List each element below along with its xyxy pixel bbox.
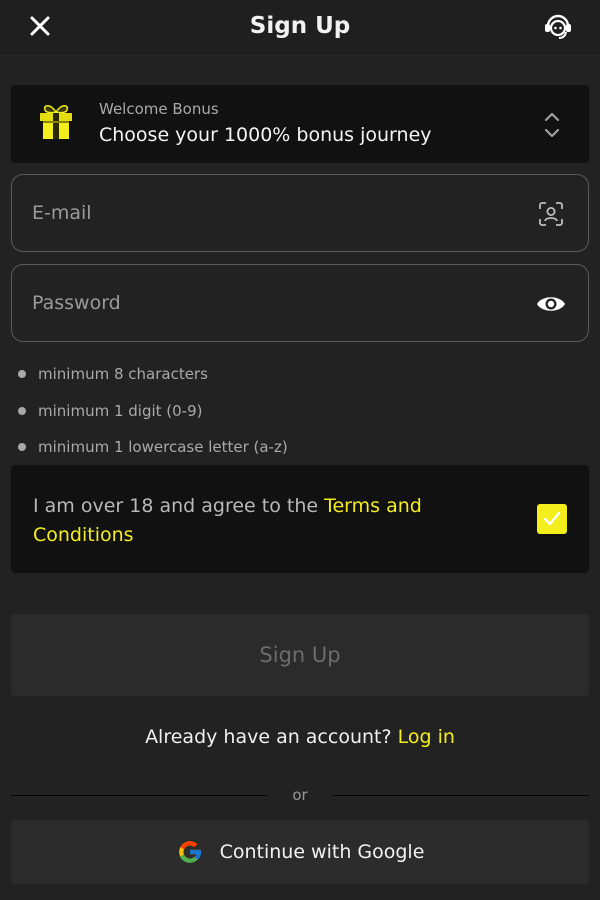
header: Sign Up bbox=[0, 0, 600, 56]
password-field bbox=[11, 264, 589, 342]
rule-text: minimum 8 characters bbox=[38, 365, 208, 384]
password-rule: minimum 1 digit (0-9) bbox=[18, 393, 288, 430]
terms-text: I am over 18 and agree to the Terms and … bbox=[33, 492, 473, 550]
terms-panel: I am over 18 and agree to the Terms and … bbox=[11, 465, 589, 573]
email-input[interactable] bbox=[32, 175, 512, 251]
face-scan-icon bbox=[539, 202, 563, 226]
support-button[interactable] bbox=[540, 8, 576, 44]
login-link[interactable]: Log in bbox=[398, 726, 455, 748]
gift-icon bbox=[40, 105, 72, 139]
chevron-up-down-icon bbox=[544, 112, 560, 138]
password-rule: minimum 8 characters bbox=[18, 356, 288, 393]
rule-text: minimum 1 digit (0-9) bbox=[38, 401, 203, 420]
welcome-bonus-selector[interactable]: Welcome Bonus Choose your 1000% bonus jo… bbox=[11, 85, 589, 163]
signup-page: Sign Up Welcome Bonus Choose your 1000% … bbox=[0, 0, 600, 900]
login-prompt: Already have an account? Log in bbox=[0, 726, 600, 748]
divider-line bbox=[333, 795, 589, 796]
rule-text: minimum 1 lowercase letter (a-z) bbox=[38, 438, 288, 457]
sign-up-button[interactable]: Sign Up bbox=[11, 614, 589, 696]
bullet bbox=[18, 370, 26, 379]
headset-support-icon bbox=[545, 14, 571, 39]
google-logo-icon bbox=[178, 841, 202, 863]
toggle-password-visibility-button[interactable] bbox=[536, 289, 566, 319]
continue-with-google-button[interactable]: Continue with Google bbox=[11, 820, 589, 884]
email-field bbox=[11, 174, 589, 252]
bonus-label: Welcome Bonus bbox=[99, 100, 219, 118]
terms-prefix: I am over 18 and agree to the bbox=[33, 495, 325, 517]
login-prompt-text: Already have an account? bbox=[145, 726, 398, 748]
password-input[interactable] bbox=[32, 265, 512, 341]
bonus-value: Choose your 1000% bonus journey bbox=[99, 124, 432, 146]
face-scan-button[interactable] bbox=[536, 199, 566, 229]
checkmark-icon bbox=[543, 511, 561, 526]
google-button-label: Continue with Google bbox=[219, 841, 425, 863]
page-title: Sign Up bbox=[249, 13, 351, 39]
password-rule: minimum 1 lowercase letter (a-z) bbox=[18, 429, 288, 466]
bullet bbox=[18, 443, 26, 452]
or-divider: or bbox=[11, 785, 589, 807]
terms-checkbox[interactable] bbox=[537, 504, 567, 534]
bullet bbox=[18, 406, 26, 415]
password-rules: minimum 8 characters minimum 1 digit (0-… bbox=[18, 356, 288, 466]
eye-icon bbox=[537, 297, 565, 311]
